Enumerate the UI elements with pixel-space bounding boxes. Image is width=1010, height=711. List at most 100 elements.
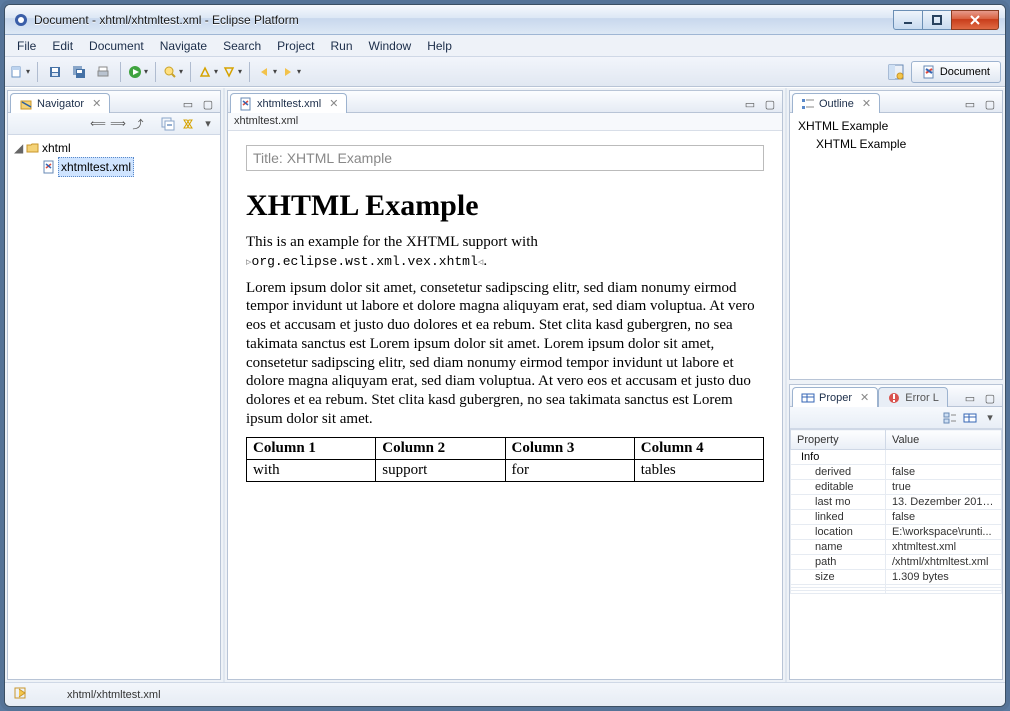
open-perspective-button[interactable]	[885, 61, 907, 83]
doc-paragraph-1: This is an example for the XHTML support…	[246, 233, 764, 271]
show-categories-icon[interactable]	[942, 410, 958, 426]
menu-window[interactable]: Window	[361, 37, 420, 55]
properties-tab[interactable]: Proper ✕	[792, 387, 878, 407]
menu-document[interactable]: Document	[81, 37, 152, 55]
nav-fwd-icon[interactable]: ⟹	[110, 116, 126, 132]
properties-col-value[interactable]: Value	[885, 430, 1001, 450]
property-row[interactable]: editabletrue	[791, 480, 1002, 495]
property-row[interactable]: namexhtmltest.xml	[791, 540, 1002, 555]
maximize-view-button[interactable]: ▢	[982, 96, 998, 112]
app-icon	[13, 12, 29, 28]
doc-paragraph-2: Lorem ipsum dolor sit amet, consetetur s…	[246, 279, 764, 429]
nav-annotation-next-button[interactable]	[221, 61, 243, 83]
navigator-tab[interactable]: Navigator ✕	[10, 93, 110, 113]
maximize-view-button[interactable]: ▢	[200, 96, 216, 112]
menu-search[interactable]: Search	[215, 37, 269, 55]
save-button[interactable]	[44, 61, 66, 83]
outline-tab-label: Outline	[819, 98, 854, 110]
menu-help[interactable]: Help	[419, 37, 460, 55]
property-row[interactable]: size1.309 bytes	[791, 570, 1002, 585]
outline-tab[interactable]: Outline ✕	[792, 93, 880, 113]
back-button[interactable]	[256, 61, 278, 83]
property-row[interactable]: linkedfalse	[791, 510, 1002, 525]
table-cell: for	[505, 459, 634, 481]
right-column: Outline ✕ ▭ ▢ XHTML Example XHTML Exampl…	[785, 88, 1005, 682]
xml-file-icon	[42, 160, 56, 174]
run-button[interactable]	[127, 61, 149, 83]
statusbar: xhtml/xhtmltest.xml	[5, 682, 1005, 706]
title-field[interactable]	[246, 145, 764, 171]
close-button[interactable]	[951, 10, 999, 30]
navigator-body[interactable]: ◢ xhtml xhtmltest.xml	[8, 135, 220, 679]
nav-annotation-prev-button[interactable]	[197, 61, 219, 83]
menu-file[interactable]: File	[9, 37, 44, 55]
view-menu-icon[interactable]: ▾	[982, 410, 998, 426]
editor-tab[interactable]: xhtmltest.xml ✕	[230, 93, 347, 113]
editor-breadcrumb[interactable]: xhtmltest.xml	[228, 113, 782, 131]
print-button[interactable]	[92, 61, 114, 83]
workarea: Navigator ✕ ▭ ▢ ⟸ ⟹ ⤴	[5, 87, 1005, 682]
minimize-view-button[interactable]: ▭	[962, 390, 978, 406]
minimize-view-button[interactable]: ▭	[962, 96, 978, 112]
property-row[interactable]: locationE:\workspace\runti...	[791, 525, 1002, 540]
minimize-view-button[interactable]: ▭	[742, 96, 758, 112]
properties-grid[interactable]: Property Value Info derivedfalse editabl…	[790, 429, 1002, 679]
doc-heading: XHTML Example	[246, 189, 764, 223]
filter-icon[interactable]	[962, 410, 978, 426]
menu-run[interactable]: Run	[323, 37, 361, 55]
properties-icon	[801, 391, 815, 405]
minimize-view-button[interactable]: ▭	[180, 96, 196, 112]
table-cell: with	[247, 459, 376, 481]
menu-project[interactable]: Project	[269, 37, 322, 55]
search-button[interactable]	[162, 61, 184, 83]
status-path: xhtml/xhtmltest.xml	[67, 689, 161, 701]
error-log-tab[interactable]: Error L	[878, 387, 948, 407]
nav-up-icon[interactable]: ⤴	[130, 116, 146, 132]
close-icon[interactable]: ✕	[92, 97, 101, 110]
property-row[interactable]: path/xhtml/xhtmltest.xml	[791, 555, 1002, 570]
outline-body[interactable]: XHTML Example XHTML Example	[790, 113, 1002, 379]
save-all-button[interactable]	[68, 61, 90, 83]
property-row[interactable]: derivedfalse	[791, 465, 1002, 480]
window-title: Document - xhtml/xhtmltest.xml - Eclipse…	[34, 13, 894, 27]
property-row[interactable]: last mo13. Dezember 2010 2...	[791, 495, 1002, 510]
table-cell: support	[376, 459, 505, 481]
link-editor-icon[interactable]	[180, 116, 196, 132]
status-icon[interactable]	[13, 686, 27, 703]
window-buttons	[894, 10, 999, 30]
close-icon[interactable]: ✕	[862, 97, 871, 110]
xml-file-icon	[239, 97, 253, 111]
outline-root[interactable]: XHTML Example	[798, 117, 994, 135]
doc-code: org.eclipse.wst.xml.vex.xhtml	[252, 254, 478, 269]
expand-icon[interactable]: ◢	[14, 139, 24, 157]
table-header: Column 3	[505, 437, 634, 459]
view-menu-icon[interactable]: ▾	[200, 116, 216, 132]
maximize-button[interactable]	[922, 10, 952, 30]
center-column: xhtmltest.xml ✕ ▭ ▢ xhtmltest.xml XHTML …	[225, 88, 785, 682]
menu-navigate[interactable]: Navigate	[152, 37, 215, 55]
table-header-row: Column 1 Column 2 Column 3 Column 4	[247, 437, 764, 459]
close-icon[interactable]: ✕	[329, 97, 338, 110]
minimize-button[interactable]	[893, 10, 923, 30]
forward-button[interactable]	[280, 61, 302, 83]
maximize-view-button[interactable]: ▢	[762, 96, 778, 112]
navigator-icon	[19, 97, 33, 111]
toolbar: Document	[5, 57, 1005, 87]
outline-child[interactable]: XHTML Example	[816, 135, 994, 153]
table-header: Column 2	[376, 437, 505, 459]
new-button[interactable]	[9, 61, 31, 83]
maximize-view-button[interactable]: ▢	[982, 390, 998, 406]
properties-group-row[interactable]: Info	[791, 450, 1002, 465]
menu-edit[interactable]: Edit	[44, 37, 81, 55]
navigator-view: Navigator ✕ ▭ ▢ ⟸ ⟹ ⤴	[7, 90, 221, 680]
menubar: File Edit Document Navigate Search Proje…	[5, 35, 1005, 57]
close-icon[interactable]: ✕	[860, 391, 869, 404]
editor-document[interactable]: XHTML Example This is an example for the…	[228, 131, 782, 679]
nav-back-icon[interactable]: ⟸	[90, 116, 106, 132]
table-header: Column 1	[247, 437, 376, 459]
perspective-document[interactable]: Document	[911, 61, 1001, 83]
properties-col-property[interactable]: Property	[791, 430, 886, 450]
collapse-all-icon[interactable]	[160, 116, 176, 132]
tree-file-node[interactable]: xhtmltest.xml	[30, 157, 214, 177]
tree-project-node[interactable]: ◢ xhtml	[14, 139, 214, 157]
